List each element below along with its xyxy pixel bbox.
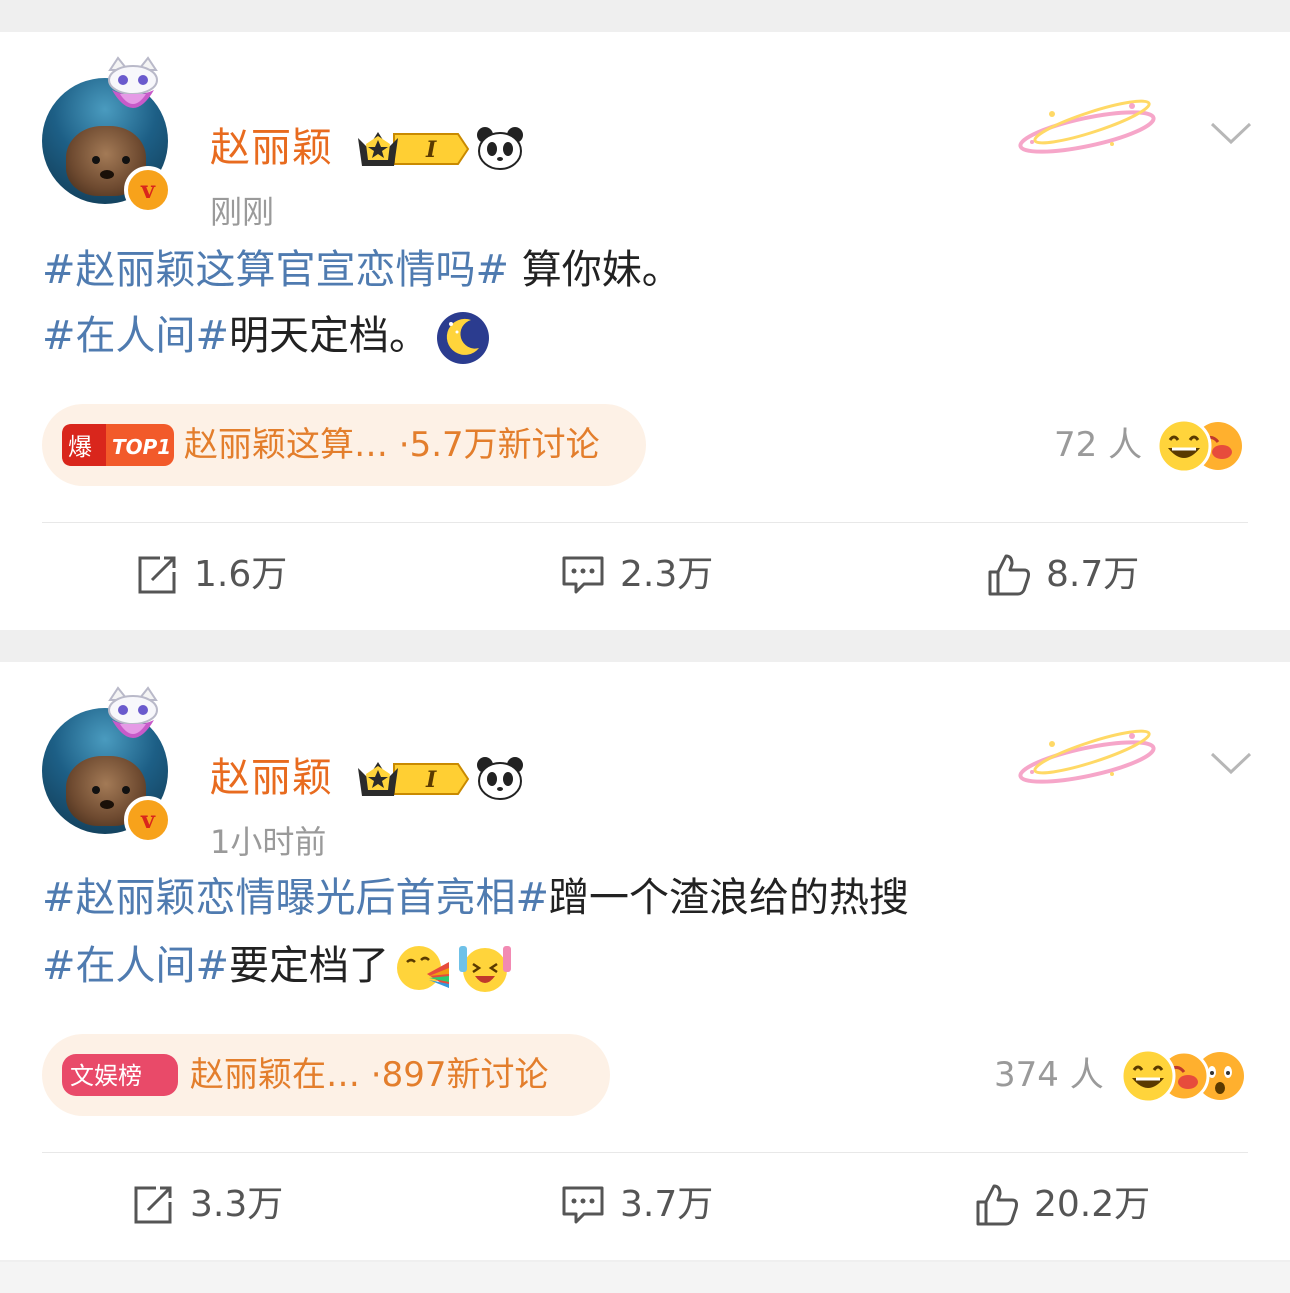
post-text-line-1: #赵丽颖恋情曝光后首亮相#蹭一个渣浪给的热搜 bbox=[42, 875, 910, 921]
comment-icon bbox=[562, 556, 604, 594]
username[interactable]: 赵丽颖 bbox=[210, 750, 333, 806]
verified-badge-icon: v bbox=[124, 166, 172, 214]
svg-text:TOP1: TOP1 bbox=[112, 435, 171, 459]
reaction-count[interactable]: 72 人 bbox=[1054, 424, 1142, 466]
svg-text:I: I bbox=[425, 137, 437, 163]
avatar-pendant-icon bbox=[108, 56, 158, 108]
decoration-card-icon bbox=[1018, 729, 1156, 784]
membership-crown-icon: I bbox=[358, 132, 470, 166]
feed-gap bbox=[0, 1262, 1290, 1293]
weibo-post-card: v 赵丽颖 I 1小时前 #赵丽颖恋情曝光后首亮相#蹭一个渣浪给的热搜 #在人间… bbox=[0, 662, 1290, 1260]
panda-icon bbox=[477, 127, 523, 170]
post-time: 1小时前 bbox=[210, 823, 327, 861]
like-count: 20.2万 bbox=[1034, 1184, 1151, 1225]
thumbs-up-icon bbox=[988, 554, 1030, 596]
repost-count: 3.3万 bbox=[190, 1184, 284, 1225]
like-button[interactable]: 20.2万 bbox=[974, 1180, 1150, 1230]
repost-button[interactable]: 3.3万 bbox=[130, 1180, 283, 1230]
divider bbox=[42, 1152, 1248, 1153]
comment-count: 3.7万 bbox=[620, 1184, 714, 1225]
like-count: 8.7万 bbox=[1046, 554, 1140, 595]
svg-text:文娱榜: 文娱榜 bbox=[70, 1062, 142, 1090]
panda-icon bbox=[477, 757, 523, 800]
avatar-pendant-icon bbox=[108, 686, 158, 738]
comment-button[interactable]: 2.3万 bbox=[560, 550, 713, 600]
svg-text:爆: 爆 bbox=[68, 433, 92, 461]
username[interactable]: 赵丽颖 bbox=[210, 120, 333, 176]
comment-count: 2.3万 bbox=[620, 554, 714, 595]
chevron-down-icon[interactable] bbox=[1208, 748, 1254, 778]
hashtag-link[interactable]: #在人间# bbox=[42, 943, 229, 989]
entertainment-rank-badge: 文娱榜 bbox=[62, 1054, 178, 1096]
hashtag-link[interactable]: #赵丽颖这算官宣恋情吗# bbox=[42, 247, 509, 293]
decoration-card-icon bbox=[1018, 99, 1156, 154]
membership-crown-icon: I bbox=[358, 762, 470, 796]
thumbs-up-icon bbox=[976, 1184, 1018, 1226]
hashtag-link[interactable]: #赵丽颖恋情曝光后首亮相# bbox=[42, 875, 549, 921]
moon-night-emoji-icon bbox=[437, 312, 490, 364]
post-text-line-2: #在人间#明天定档。 bbox=[42, 304, 491, 368]
hashtag-link[interactable]: #在人间# bbox=[42, 313, 229, 359]
weibo-post-card: v 赵丽颖 I 刚刚 #赵丽颖这算官宣恋情吗# 算你妹。 #在人间#明天定档。 bbox=[0, 32, 1290, 630]
repost-count: 1.6万 bbox=[194, 554, 288, 595]
hot-top1-badge: 爆 TOP1 bbox=[62, 424, 174, 466]
cheering-emoji-icon bbox=[459, 946, 512, 992]
reaction-emoji-stack-icon[interactable] bbox=[1120, 1048, 1248, 1104]
divider bbox=[42, 522, 1248, 523]
rainbow-kiss-emoji-icon bbox=[397, 946, 450, 990]
repost-icon bbox=[138, 556, 176, 594]
hot-search-label: 赵丽颖在… ·897新讨论 bbox=[190, 1055, 549, 1095]
repost-icon bbox=[134, 1186, 172, 1224]
post-text-line-1: #赵丽颖这算官宣恋情吗# 算你妹。 bbox=[42, 247, 682, 293]
reaction-emoji-stack-icon[interactable] bbox=[1156, 418, 1248, 474]
comment-button[interactable]: 3.7万 bbox=[560, 1180, 713, 1230]
post-text-line-2: #在人间#要定档了 bbox=[42, 934, 513, 998]
repost-button[interactable]: 1.6万 bbox=[134, 550, 287, 600]
reaction-count[interactable]: 374 人 bbox=[994, 1054, 1104, 1096]
svg-text:I: I bbox=[425, 767, 437, 793]
comment-icon bbox=[562, 1186, 604, 1224]
verified-badge-icon: v bbox=[124, 796, 172, 844]
chevron-down-icon[interactable] bbox=[1208, 118, 1254, 148]
hot-search-label: 赵丽颖这算… ·5.7万新讨论 bbox=[184, 425, 600, 465]
hot-search-pill[interactable]: 爆 TOP1 赵丽颖这算… ·5.7万新讨论 bbox=[42, 404, 646, 486]
hot-search-pill[interactable]: 文娱榜 赵丽颖在… ·897新讨论 bbox=[42, 1034, 610, 1116]
post-time: 刚刚 bbox=[210, 193, 275, 231]
like-button[interactable]: 8.7万 bbox=[986, 550, 1139, 600]
